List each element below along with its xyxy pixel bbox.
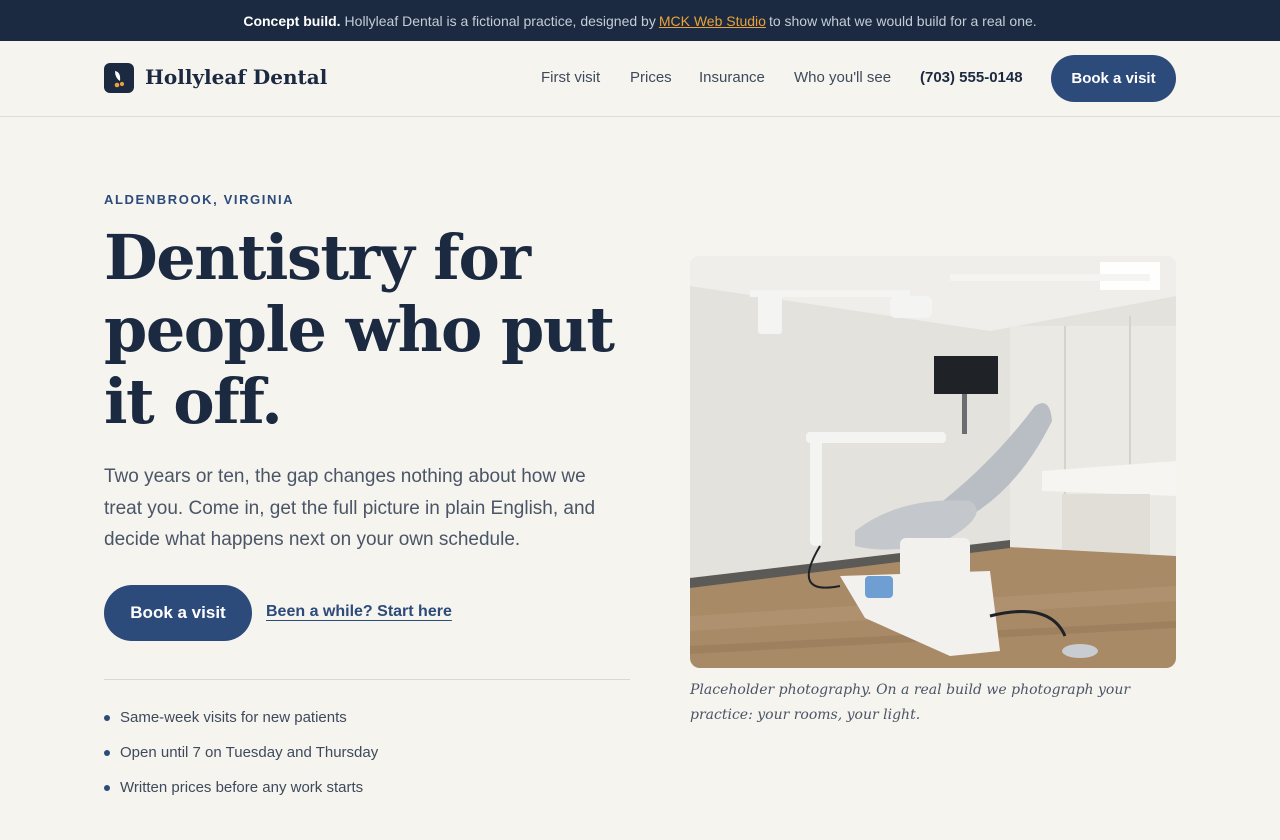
feature-text: Same-week visits for new patients [120,709,347,726]
hero-divider [104,679,630,680]
feature-text: Open until 7 on Tuesday and Thursday [120,744,379,761]
site-header: Hollyleaf Dental First visit Prices Insu… [0,41,1280,117]
location-eyebrow: ALDENBROOK, VIRGINIA [104,192,295,207]
banner-text-after: to show what we would build for a real o… [768,12,1037,29]
bullet-dot-icon [104,749,110,756]
brand-name[interactable]: Hollyleaf Dental [145,65,327,89]
feature-list: Same-week visits for new patients Open u… [104,700,378,805]
start-here-link[interactable]: Been a while? Start here [266,603,452,621]
hero-photo [690,256,1176,668]
bullet-dot-icon [104,714,110,721]
nav-insurance[interactable]: Insurance [699,69,765,86]
hero-lede: Two years or ten, the gap changes nothin… [104,466,596,550]
book-visit-hero-button[interactable]: Book a visit [104,585,252,641]
feature-text: Written prices before any work starts [120,779,364,796]
photo-caption: Placeholder photography. On a real build… [690,682,1131,723]
feature-item: Open until 7 on Tuesday and Thursday [104,735,378,770]
concept-banner: Concept build. Hollyleaf Dental is a fic… [0,0,1280,41]
nav-prices[interactable]: Prices [630,69,672,86]
phone-link[interactable]: (703) 555-0148 [920,69,1023,86]
banner-strong: Concept build. [243,12,341,29]
banner-studio-link[interactable]: MCK Web Studio [659,13,766,29]
nav-who-youll-see[interactable]: Who you'll see [794,69,891,86]
nav-first-visit[interactable]: First visit [541,69,600,86]
hero-headline: Dentistry for people who put it off. [104,221,615,438]
hollyleaf-logo-icon[interactable] [104,63,134,93]
banner-text-before: Hollyleaf Dental is a fictional practice… [344,12,656,29]
feature-item: Written prices before any work starts [104,770,378,805]
bullet-dot-icon [104,784,110,791]
book-visit-header-button[interactable]: Book a visit [1051,55,1176,102]
feature-item: Same-week visits for new patients [104,700,378,735]
